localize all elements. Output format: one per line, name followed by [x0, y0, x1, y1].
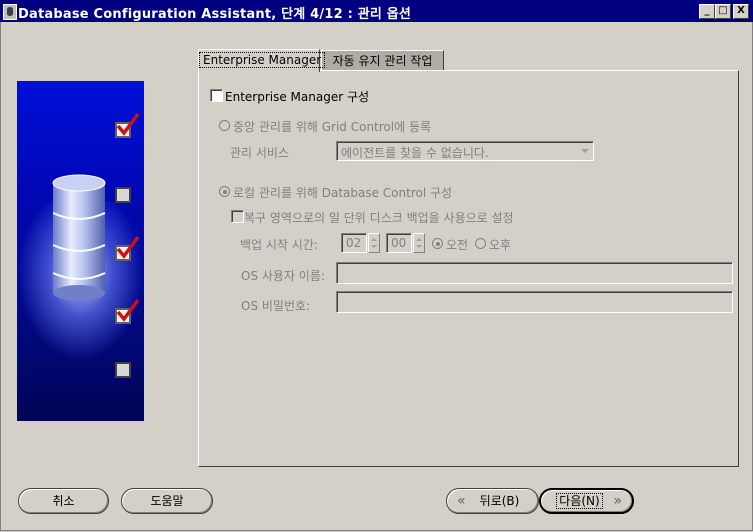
am-label: 오전 — [446, 238, 469, 252]
management-service-value: 에이전트를 찾을 수 없습니다. — [341, 146, 489, 160]
chevron-left-icon: « — [457, 493, 466, 509]
step-marker-4 — [115, 298, 140, 324]
app-icon — [3, 4, 17, 20]
step-marker-2 — [115, 187, 131, 203]
close-button[interactable]: X — [733, 4, 749, 19]
step-marker-5 — [115, 362, 131, 378]
chevron-right-icon: » — [613, 493, 622, 509]
management-service-dropdown[interactable]: 에이전트를 찾을 수 없습니다. — [336, 141, 594, 161]
backup-hour-value: 02 — [346, 236, 362, 250]
database-control-label: 로컬 관리를 위해 Database Control 구성 — [233, 186, 453, 200]
backup-minute-spinner[interactable] — [413, 233, 425, 253]
database-control-radio[interactable] — [219, 186, 230, 197]
am-radio[interactable] — [432, 238, 443, 249]
help-button[interactable]: 도움말 — [121, 488, 213, 514]
tab-enterprise-manager[interactable]: Enterprise Manager — [198, 49, 326, 72]
grid-control-label: 중앙 관리를 위해 Grid Control에 등록 — [233, 120, 432, 134]
checkmark-icon — [116, 235, 140, 259]
backup-minute-value: 00 — [391, 236, 407, 250]
backup-time-label: 백업 시작 시간: — [240, 238, 318, 252]
database-icon — [52, 174, 106, 301]
backup-hour-field[interactable]: 02 — [341, 233, 367, 253]
os-password-field[interactable] — [336, 291, 733, 313]
os-user-field[interactable] — [336, 262, 733, 284]
tab-label: 자동 유지 관리 작업 — [332, 54, 433, 68]
title-bar[interactable]: Database Configuration Assistant, 단계 4/1… — [0, 0, 753, 22]
management-service-label: 관리 서비스 — [230, 146, 290, 160]
next-label: 다음(N) — [556, 493, 603, 509]
cancel-label: 취소 — [52, 494, 75, 508]
os-password-label: OS 비밀번호: — [241, 299, 311, 313]
maximize-button[interactable]: □ — [715, 4, 731, 19]
window-title: Database Configuration Assistant, 단계 4/1… — [18, 7, 412, 22]
checkmark-icon — [116, 112, 140, 136]
back-label: 뒤로(B) — [479, 494, 520, 508]
configure-em-checkbox[interactable] — [210, 89, 223, 102]
backup-checkbox-label: 복구 영역으로의 일 단위 디스크 백업을 사용으로 설정 — [244, 211, 514, 225]
step-marker-1 — [115, 112, 140, 138]
help-label: 도움말 — [150, 494, 184, 508]
checkmark-icon — [116, 298, 140, 322]
tab-label: Enterprise Manager — [199, 52, 326, 68]
chevron-down-icon — [581, 149, 589, 153]
cancel-button[interactable]: 취소 — [18, 488, 109, 514]
backup-minute-field[interactable]: 00 — [386, 233, 412, 253]
os-user-label: OS 사용자 이름: — [241, 269, 325, 283]
configure-em-label: Enterprise Manager 구성 — [225, 90, 370, 104]
step-graphic-panel — [17, 81, 144, 421]
tab-auto-maintenance[interactable]: 자동 유지 관리 작업 — [321, 50, 444, 71]
next-button[interactable]: 다음(N) » — [539, 488, 634, 514]
step-marker-3 — [115, 235, 140, 261]
backup-checkbox[interactable] — [231, 210, 244, 223]
back-button[interactable]: « 뒤로(B) — [446, 488, 539, 514]
backup-hour-spinner[interactable] — [368, 233, 380, 253]
minimize-button[interactable]: _ — [699, 4, 715, 19]
pm-radio[interactable] — [475, 238, 486, 249]
pm-label: 오후 — [489, 238, 512, 252]
grid-control-radio[interactable] — [219, 120, 230, 131]
